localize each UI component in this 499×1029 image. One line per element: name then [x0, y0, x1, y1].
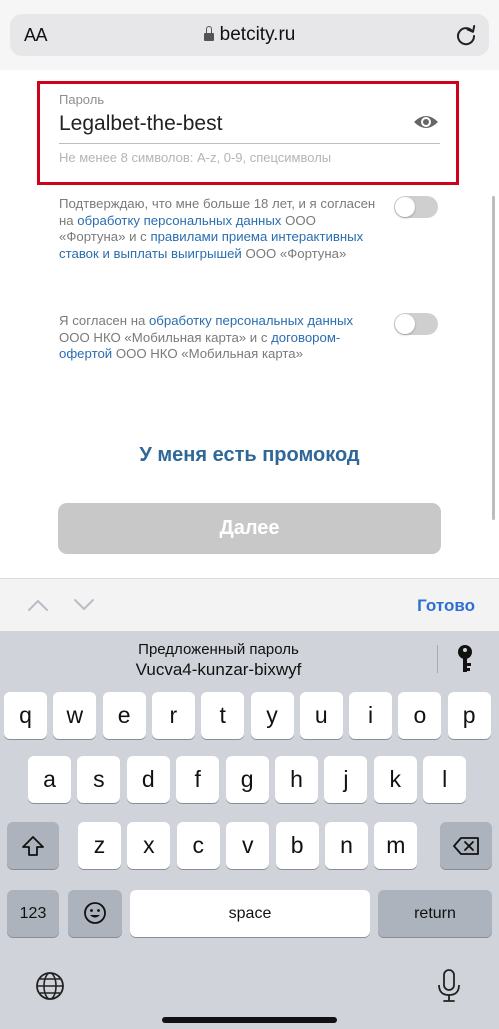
- consent-card-text: Я согласен на обработку персональных дан…: [59, 313, 379, 363]
- consent-age-toggle[interactable]: [394, 196, 438, 218]
- key-r[interactable]: r: [151, 692, 195, 739]
- password-suggestion[interactable]: Предложенный пароль Vucva4-kunzar-bixwyf: [0, 631, 499, 686]
- key-w[interactable]: w: [53, 692, 97, 739]
- key-k[interactable]: k: [373, 756, 417, 803]
- shift-icon: [22, 836, 44, 856]
- key-j[interactable]: j: [324, 756, 368, 803]
- backspace-key[interactable]: [440, 822, 492, 869]
- personal-data-link[interactable]: обработку персональных данных: [77, 213, 281, 228]
- address-bar[interactable]: AA betcity.ru: [10, 14, 489, 56]
- consent-text: Я согласен на: [59, 313, 149, 328]
- consent-text: ООО НКО «Мобильная карта»: [112, 346, 303, 362]
- emoji-key[interactable]: [68, 890, 122, 937]
- key-b[interactable]: b: [275, 822, 319, 869]
- key-p[interactable]: p: [447, 692, 491, 739]
- key-icon[interactable]: [455, 643, 475, 675]
- key-d[interactable]: d: [126, 756, 170, 803]
- key-g[interactable]: g: [225, 756, 269, 803]
- toggle-knob: [395, 314, 415, 334]
- browser-toolbar: AA betcity.ru: [0, 0, 499, 70]
- eye-icon[interactable]: [413, 112, 439, 132]
- backspace-icon: [453, 837, 479, 855]
- emoji-icon: [84, 902, 106, 924]
- key-m[interactable]: m: [374, 822, 418, 869]
- done-button[interactable]: Готово: [417, 596, 475, 616]
- key-u[interactable]: u: [299, 692, 343, 739]
- microphone-icon[interactable]: [436, 968, 462, 1004]
- key-t[interactable]: t: [201, 692, 245, 739]
- consent-card-toggle[interactable]: [394, 313, 438, 335]
- key-a[interactable]: a: [28, 756, 71, 803]
- key-s[interactable]: s: [77, 756, 121, 803]
- chevron-down-icon[interactable]: [73, 598, 95, 612]
- suggested-password[interactable]: Vucva4-kunzar-bixwyf: [0, 660, 437, 680]
- key-l[interactable]: l: [423, 756, 467, 803]
- password-hint: Не менее 8 символов: A-z, 0-9, спецсимво…: [59, 150, 332, 165]
- suggestion-title: Предложенный пароль: [138, 641, 299, 658]
- key-q[interactable]: q: [4, 692, 47, 739]
- key-z[interactable]: z: [78, 822, 121, 869]
- key-n[interactable]: n: [325, 822, 368, 869]
- home-indicator: [162, 1017, 337, 1023]
- shift-key[interactable]: [7, 822, 59, 869]
- space-key[interactable]: space: [130, 890, 370, 937]
- promo-code-link[interactable]: У меня есть промокод: [0, 444, 499, 467]
- personal-data-link[interactable]: обработку персональных данных: [149, 313, 353, 328]
- chevron-up-icon[interactable]: [27, 598, 49, 612]
- keyboard-accessory-bar: Готово: [0, 578, 499, 631]
- password-input[interactable]: Legalbet-the-best: [59, 112, 222, 136]
- scrollbar[interactable]: [492, 196, 495, 520]
- password-underline: [59, 143, 440, 144]
- reload-icon[interactable]: [453, 22, 479, 48]
- key-y[interactable]: y: [250, 692, 294, 739]
- key-c[interactable]: c: [176, 822, 220, 869]
- key-h[interactable]: h: [275, 756, 318, 803]
- url-text: betcity.ru: [219, 24, 296, 45]
- key-e[interactable]: e: [102, 692, 146, 739]
- url-display[interactable]: betcity.ru: [10, 24, 489, 46]
- key-f[interactable]: f: [176, 756, 220, 803]
- key-i[interactable]: i: [349, 692, 393, 739]
- toggle-knob: [395, 197, 415, 217]
- globe-icon[interactable]: [34, 970, 66, 1002]
- next-button[interactable]: Далее: [58, 503, 441, 554]
- numbers-key[interactable]: 123: [7, 890, 59, 937]
- consent-text: ООО НКО «Мобильная карта» и с: [59, 329, 272, 345]
- key-v[interactable]: v: [226, 822, 270, 869]
- consent-age-text: Подтверждаю, что мне больше 18 лет, и я …: [59, 196, 379, 262]
- suggestion-divider: [437, 645, 438, 673]
- key-x[interactable]: x: [127, 822, 171, 869]
- consent-text: ООО «Фортуна»: [241, 245, 347, 261]
- lock-icon: [203, 26, 214, 41]
- password-label: Пароль: [59, 92, 105, 107]
- key-o[interactable]: o: [398, 692, 442, 739]
- return-key[interactable]: return: [378, 890, 492, 937]
